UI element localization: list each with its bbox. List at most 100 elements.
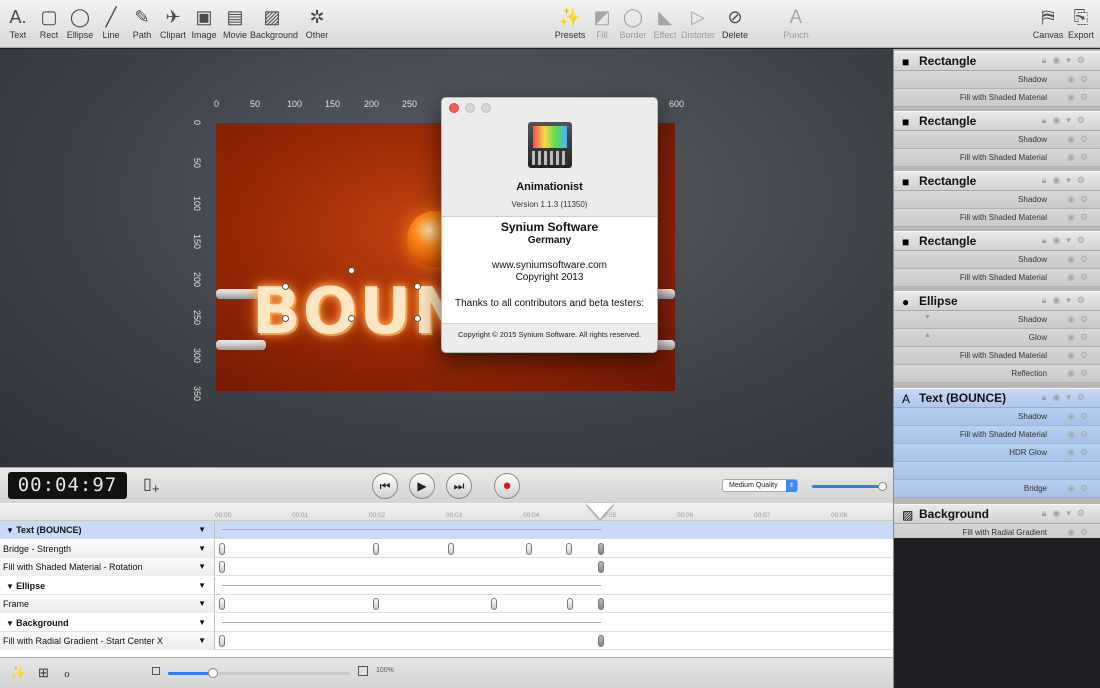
layer-controls-icon[interactable]: 🔒︎◉▾⚙ — [1042, 508, 1091, 519]
zoom-knob[interactable] — [208, 668, 218, 678]
layer-controls-icon[interactable]: 🔒︎◉▾⚙ — [1042, 115, 1091, 126]
layer-header[interactable]: ■ Rectangle 🔒︎◉▾⚙ — [894, 231, 1100, 251]
keyframe[interactable] — [598, 635, 604, 647]
effect-controls-icon[interactable]: ◉⚙ — [1067, 483, 1093, 494]
layer-controls-icon[interactable]: 🔒︎◉▾⚙ — [1042, 175, 1091, 186]
timeline-row[interactable]: ▼ Text (BOUNCE) ▼ — [0, 521, 893, 539]
zoom-out-icon[interactable] — [152, 667, 160, 675]
timeline-row-label[interactable]: Fill with Shaded Material - Rotation ▼ — [0, 558, 215, 576]
effect-controls-icon[interactable]: ◉⚙ — [1067, 527, 1093, 538]
timeline-track[interactable] — [215, 558, 893, 576]
layer-effect-item[interactable]: HDR Glow ◉⚙ — [894, 444, 1100, 462]
timeline-row-label[interactable]: ▼ Text (BOUNCE) ▼ — [0, 521, 215, 539]
layer-effect-item[interactable]: Fill with Shaded Material ◉⚙ — [894, 149, 1100, 167]
slider-knob[interactable] — [878, 482, 887, 491]
selection-handle[interactable] — [348, 315, 355, 322]
layer-effect-item[interactable]: Fill with Shaded Material ◉⚙ — [894, 269, 1100, 287]
keyframe[interactable] — [566, 542, 572, 555]
effect-controls-icon[interactable]: ◉⚙ — [1067, 194, 1093, 205]
layer-header[interactable]: ■ Rectangle 🔒︎◉▾⚙ — [894, 171, 1100, 191]
effect-controls-icon[interactable]: ◉⚙ — [1067, 332, 1093, 343]
disclosure-triangle-icon[interactable]: ▼ — [924, 314, 931, 321]
effect-controls-icon[interactable]: ◉⚙ — [1067, 350, 1093, 361]
timeline-row[interactable]: ▼ Ellipse ▼ — [0, 576, 893, 595]
selection-handle[interactable] — [282, 315, 289, 322]
timeline-track[interactable] — [215, 577, 893, 595]
row-menu-arrow-icon[interactable]: ▼ — [198, 540, 206, 558]
timeline-row-label[interactable]: ▼ Ellipse ▼ — [0, 576, 215, 595]
timeline-track[interactable] — [215, 521, 893, 539]
skip-to-end-button[interactable]: ⏭ — [446, 473, 472, 499]
effect-controls-icon[interactable]: ◉⚙ — [1067, 152, 1093, 163]
timeline-row[interactable]: Frame ▼ — [0, 595, 893, 613]
effect-controls-icon[interactable]: ◉⚙ — [1067, 254, 1093, 265]
layer-effect-item[interactable]: ▲ Glow ◉⚙ — [894, 329, 1100, 347]
disclosure-triangle-icon[interactable]: ▼ — [6, 526, 16, 535]
layer-effect-item[interactable]: Fill with Shaded Material ◉⚙ — [894, 89, 1100, 107]
effect-controls-icon[interactable]: ◉⚙ — [1067, 212, 1093, 223]
keyframe[interactable] — [491, 598, 497, 610]
effect-controls-icon[interactable]: ◉⚙ — [1067, 411, 1093, 422]
toolbar-background-button[interactable]: ▨ Background — [250, 6, 298, 40]
grid-snap-icon[interactable]: ⊞ — [38, 665, 49, 681]
effect-controls-icon[interactable]: ◉⚙ — [1067, 447, 1093, 458]
row-menu-arrow-icon[interactable]: ▼ — [198, 521, 206, 539]
timeline-track[interactable] — [215, 540, 893, 558]
layer-background[interactable]: ▨ Background 🔒︎◉▾⚙ Fill with Radial Gradien… — [894, 503, 1100, 542]
layer-controls-icon[interactable]: 🔒︎◉▾⚙ — [1042, 295, 1091, 306]
effect-controls-icon[interactable]: ◉⚙ — [1067, 429, 1093, 440]
layer-effect-item[interactable]: Shadow ◉⚙ — [894, 408, 1100, 426]
toolbar-export-button[interactable]: ⎘ Export — [1059, 6, 1100, 40]
keyframe[interactable] — [219, 561, 225, 573]
row-menu-arrow-icon[interactable]: ▼ — [198, 614, 206, 632]
timeline-row[interactable]: Fill with Radial Gradient - Start Center… — [0, 632, 893, 650]
selection-handle[interactable] — [414, 315, 421, 322]
timeline-row[interactable]: Bridge - Strength ▼ — [0, 539, 893, 558]
effect-controls-icon[interactable]: ◉⚙ — [1067, 134, 1093, 145]
layer-effect-item[interactable]: Fill with Shaded Material ◉⚙ — [894, 347, 1100, 365]
timeline-row[interactable]: ▼ Background ▼ — [0, 613, 893, 632]
zoom-slider[interactable] — [168, 668, 350, 678]
disclosure-triangle-icon[interactable]: ▲ — [924, 332, 931, 339]
disclosure-triangle-icon[interactable]: ▼ — [6, 619, 16, 628]
layer-effect-item[interactable]: Shadow ◉⚙ — [894, 251, 1100, 269]
layer-header[interactable]: A Text (BOUNCE) 🔒︎◉▾⚙ — [894, 388, 1100, 408]
skip-to-start-button[interactable]: ⏮ — [372, 473, 398, 499]
quality-select[interactable]: Medium Quality ⇕ — [722, 479, 798, 492]
layer-rectangle[interactable]: ■ Rectangle 🔒︎◉▾⚙ Shadow ◉⚙ Fill with Shaded … — [894, 231, 1100, 287]
timeline-ruler[interactable]: 00:00 00:01 00:02 00:03 00:04 00:05 00:06 00:07… — [215, 503, 893, 521]
layer-effect-item[interactable]: Reflection ◉⚙ — [894, 365, 1100, 383]
layer-effect-item[interactable]: Shadow ◉⚙ — [894, 131, 1100, 149]
add-keyframe-icon[interactable]: ▯+ — [143, 474, 163, 500]
keyframe[interactable] — [219, 598, 225, 610]
row-menu-arrow-icon[interactable]: ▼ — [198, 558, 206, 576]
company-website[interactable]: www.syniumsoftware.com — [442, 260, 657, 271]
layer-header[interactable]: ● Ellipse 🔒︎◉▾⚙ — [894, 291, 1100, 311]
effect-controls-icon[interactable]: ◉⚙ — [1067, 368, 1093, 379]
keyframe[interactable] — [448, 542, 454, 555]
layer-header[interactable]: ■ Rectangle 🔒︎◉▾⚙ — [894, 111, 1100, 131]
keyframe[interactable] — [373, 598, 379, 610]
layer-header[interactable]: ■ Rectangle 🔒︎◉▾⚙ — [894, 51, 1100, 71]
easing-icon[interactable]: ℴ — [64, 665, 70, 681]
keyframe[interactable] — [598, 598, 604, 610]
effect-controls-icon[interactable]: ◉⚙ — [1067, 314, 1093, 325]
layer-rectangle[interactable]: ■ Rectangle 🔒︎◉▾⚙ Shadow ◉⚙ Fill with Shaded … — [894, 111, 1100, 167]
effect-controls-icon[interactable]: ◉⚙ — [1067, 272, 1093, 283]
layer-effect-item[interactable] — [894, 462, 1100, 480]
selection-handle[interactable] — [282, 283, 289, 290]
disclosure-triangle-icon[interactable]: ▼ — [6, 582, 16, 591]
timeline-row-label[interactable]: Fill with Radial Gradient - Start Center… — [0, 632, 215, 650]
selection-handle[interactable] — [414, 283, 421, 290]
layer-effect-item[interactable]: Fill with Shaded Material ◉⚙ — [894, 209, 1100, 227]
effect-controls-icon[interactable]: ◉⚙ — [1067, 92, 1093, 103]
timeline-track[interactable] — [215, 632, 893, 650]
play-button[interactable]: ▶ — [409, 473, 435, 499]
timeline-row-label[interactable]: Frame ▼ — [0, 595, 215, 613]
row-menu-arrow-icon[interactable]: ▼ — [198, 595, 206, 613]
magic-wand-icon[interactable]: ✨ — [10, 665, 26, 681]
effect-controls-icon[interactable]: ◉⚙ — [1067, 74, 1093, 85]
keyframe[interactable] — [567, 598, 573, 610]
layer-header[interactable]: ▨ Background 🔒︎◉▾⚙ — [894, 503, 1100, 524]
close-window-button[interactable] — [449, 103, 459, 113]
